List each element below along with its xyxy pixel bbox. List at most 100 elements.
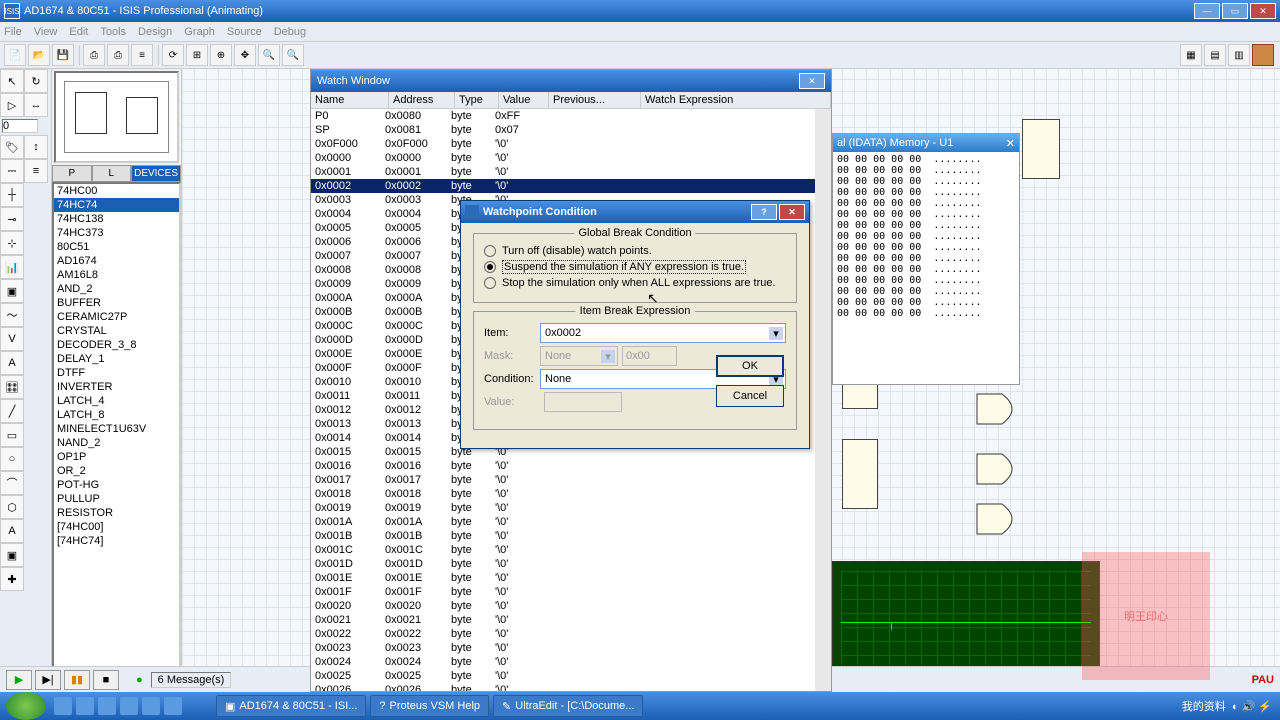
generator-icon[interactable]: 〜	[0, 303, 24, 327]
watch-row[interactable]: 0x00250x0025byte'\0'	[311, 669, 831, 683]
probe-v-icon[interactable]: V	[0, 327, 24, 351]
device-item[interactable]: OP1P	[54, 450, 179, 464]
report-icon[interactable]: ≡	[131, 44, 153, 66]
watch-close-icon[interactable]: ✕	[799, 73, 825, 89]
watch-row[interactable]: 0x001B0x001Bbyte'\0'	[311, 529, 831, 543]
tool-icon[interactable]: ▤	[1204, 44, 1226, 66]
menu-view[interactable]: View	[34, 26, 58, 38]
label-icon[interactable]: 🏷	[0, 135, 24, 159]
device-item[interactable]: 74HC00	[54, 184, 179, 198]
overview-preview[interactable]	[54, 71, 179, 163]
open-icon[interactable]: 📂	[28, 44, 50, 66]
circle-2d-icon[interactable]: ○	[0, 447, 24, 471]
print-icon[interactable]: ⎙	[107, 44, 129, 66]
device-list[interactable]: 74HC0074HC7474HC13874HC37380C51AD1674AM1…	[52, 182, 181, 692]
menu-source[interactable]: Source	[227, 26, 262, 38]
probe-i-icon[interactable]: A	[0, 351, 24, 375]
dialog-help-icon[interactable]: ?	[751, 204, 777, 220]
watch-row[interactable]: 0x00000x0000byte'\0'	[311, 151, 831, 165]
junction-icon[interactable]: ┼	[0, 183, 24, 207]
menu-edit[interactable]: Edit	[69, 26, 88, 38]
watch-row[interactable]: 0x00220x0022byte'\0'	[311, 627, 831, 641]
watch-row[interactable]: 0x001E0x001Ebyte'\0'	[311, 571, 831, 585]
text-2d-icon[interactable]: A	[0, 519, 24, 543]
watch-row[interactable]: 0x001A0x001Abyte'\0'	[311, 515, 831, 529]
device-item[interactable]: AM16L8	[54, 268, 179, 282]
rotate-icon[interactable]: ↻	[24, 69, 48, 93]
tape-icon[interactable]: ▣	[0, 279, 24, 303]
path-2d-icon[interactable]: ⬡	[0, 495, 24, 519]
zoom-in-icon[interactable]: 🔍	[258, 44, 280, 66]
watch-row[interactable]: 0x00260x0026byte'\0'	[311, 683, 831, 691]
device-item[interactable]: 80C51	[54, 240, 179, 254]
panel-close-icon[interactable]: ✕	[1006, 137, 1015, 150]
col-expression[interactable]: Watch Expression	[641, 92, 831, 108]
maximize-button[interactable]: ▭	[1222, 3, 1248, 19]
watch-row[interactable]: 0x00010x0001byte'\0'	[311, 165, 831, 179]
device-item[interactable]: INVERTER	[54, 380, 179, 394]
message-count[interactable]: 6 Message(s)	[151, 672, 232, 688]
watch-row[interactable]: 0x001F0x001Fbyte'\0'	[311, 585, 831, 599]
device-item[interactable]: RESISTOR	[54, 506, 179, 520]
memory-panel[interactable]: al (IDATA) Memory - U1✕ 00 00 00 00 00 .…	[832, 133, 1020, 385]
watch-row[interactable]: 0x001C0x001Cbyte'\0'	[311, 543, 831, 557]
quick-launch-icon[interactable]	[76, 697, 94, 715]
arc-2d-icon[interactable]: ⌒	[0, 471, 24, 495]
print-area-icon[interactable]: ⎙	[83, 44, 105, 66]
device-item[interactable]: DELAY_1	[54, 352, 179, 366]
task-isis[interactable]: ▣AD1674 & 80C51 - ISI...	[216, 695, 366, 717]
watch-row[interactable]: 0x00170x0017byte'\0'	[311, 473, 831, 487]
angle-input[interactable]	[2, 119, 38, 133]
grid-icon[interactable]: ⊞	[186, 44, 208, 66]
device-item[interactable]: DECODER_3_8	[54, 338, 179, 352]
box-2d-icon[interactable]: ▭	[0, 423, 24, 447]
col-type[interactable]: Type	[455, 92, 499, 108]
tool-icon[interactable]: ▥	[1228, 44, 1250, 66]
quick-launch-icon[interactable]	[164, 697, 182, 715]
flip-icon[interactable]: ↕	[24, 135, 48, 159]
device-item[interactable]: CRYSTAL	[54, 324, 179, 338]
zoom-out-icon[interactable]: 🔍	[282, 44, 304, 66]
refresh-icon[interactable]: ⟳	[162, 44, 184, 66]
ok-button[interactable]: OK	[716, 355, 784, 377]
menu-design[interactable]: Design	[138, 26, 172, 38]
menu-tools[interactable]: Tools	[100, 26, 126, 38]
graph-icon[interactable]: 📊	[0, 255, 24, 279]
watch-row[interactable]: 0x00190x0019byte'\0'	[311, 501, 831, 515]
watch-row[interactable]: 0x0F0000x0F000byte'\0'	[311, 137, 831, 151]
device-item[interactable]: OR_2	[54, 464, 179, 478]
task-help[interactable]: ?Proteus VSM Help	[370, 695, 489, 717]
menu-graph[interactable]: Graph	[184, 26, 215, 38]
watch-row[interactable]: 0x001D0x001Dbyte'\0'	[311, 557, 831, 571]
tab-devices[interactable]: DEVICES	[131, 165, 181, 182]
watch-row[interactable]: 0x00160x0016byte'\0'	[311, 459, 831, 473]
play-button[interactable]: ▶	[6, 670, 32, 690]
device-item[interactable]: DTFF	[54, 366, 179, 380]
device-item[interactable]: NAND_2	[54, 436, 179, 450]
stop-button[interactable]: ■	[93, 670, 119, 690]
quick-launch-icon[interactable]	[54, 697, 72, 715]
device-item[interactable]: LATCH_4	[54, 394, 179, 408]
device-item[interactable]: 74HC373	[54, 226, 179, 240]
watch-scrollbar[interactable]	[815, 109, 831, 691]
pin-icon[interactable]: ⊹	[0, 231, 24, 255]
watch-row[interactable]: 0x00200x0020byte'\0'	[311, 599, 831, 613]
watch-row[interactable]: 0x00020x0002byte'\0'	[311, 179, 831, 193]
menu-debug[interactable]: Debug	[274, 26, 306, 38]
device-item[interactable]: [74HC00]	[54, 520, 179, 534]
col-address[interactable]: Address	[389, 92, 455, 108]
marker-icon[interactable]: ✚	[0, 567, 24, 591]
quick-launch-icon[interactable]	[120, 697, 138, 715]
radio-turn-off[interactable]: Turn off (disable) watch points.	[484, 245, 786, 257]
save-icon[interactable]: 💾	[52, 44, 74, 66]
device-item[interactable]: [74HC74]	[54, 534, 179, 548]
watch-row[interactable]: 0x00180x0018byte'\0'	[311, 487, 831, 501]
line-2d-icon[interactable]: ╱	[0, 399, 24, 423]
tab-p[interactable]: P	[52, 165, 92, 182]
close-button[interactable]: ✕	[1250, 3, 1276, 19]
device-item[interactable]: PULLUP	[54, 492, 179, 506]
component-icon[interactable]: ▷	[0, 93, 24, 117]
watch-row[interactable]: 0x00240x0024byte'\0'	[311, 655, 831, 669]
device-item[interactable]: MINELECT1U63V	[54, 422, 179, 436]
device-item[interactable]: AD1674	[54, 254, 179, 268]
